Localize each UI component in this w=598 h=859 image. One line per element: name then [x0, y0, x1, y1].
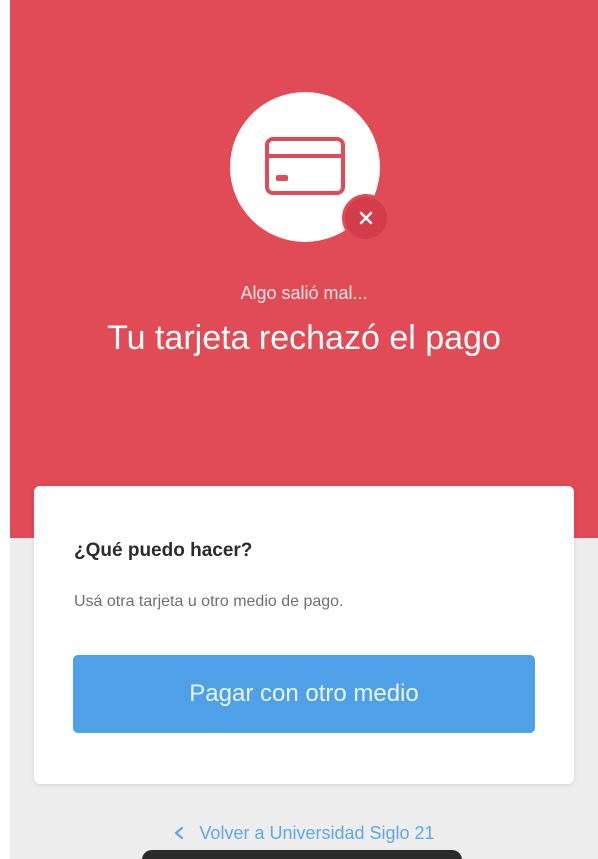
error-badge: [342, 194, 390, 242]
left-margin: [0, 0, 10, 859]
help-heading: ¿Qué puedo hacer?: [74, 540, 253, 561]
pay-with-other-method-button[interactable]: Pagar con otro medio: [73, 655, 535, 733]
chevron-left-icon: [175, 826, 184, 840]
mobile-screen: Algo salió mal... Tu tarjeta rechazó el …: [0, 0, 598, 859]
payment-error-page: Algo salió mal... Tu tarjeta rechazó el …: [10, 0, 598, 859]
back-to-store-link[interactable]: Volver a Universidad Siglo 21: [10, 820, 598, 846]
credit-card-icon: [265, 137, 345, 195]
help-text: Usá otra tarjeta u otro medio de pago.: [74, 593, 344, 610]
error-header: Algo salió mal... Tu tarjeta rechazó el …: [10, 0, 598, 538]
bottom-bar: [142, 850, 462, 859]
help-card: ¿Qué puedo hacer? Usá otra tarjeta u otr…: [34, 486, 574, 784]
back-link-label: Volver a Universidad Siglo 21: [199, 823, 435, 843]
error-subtitle: Algo salió mal...: [240, 283, 368, 303]
error-title: Tu tarjeta rechazó el pago: [107, 319, 501, 357]
close-icon: [359, 211, 373, 225]
